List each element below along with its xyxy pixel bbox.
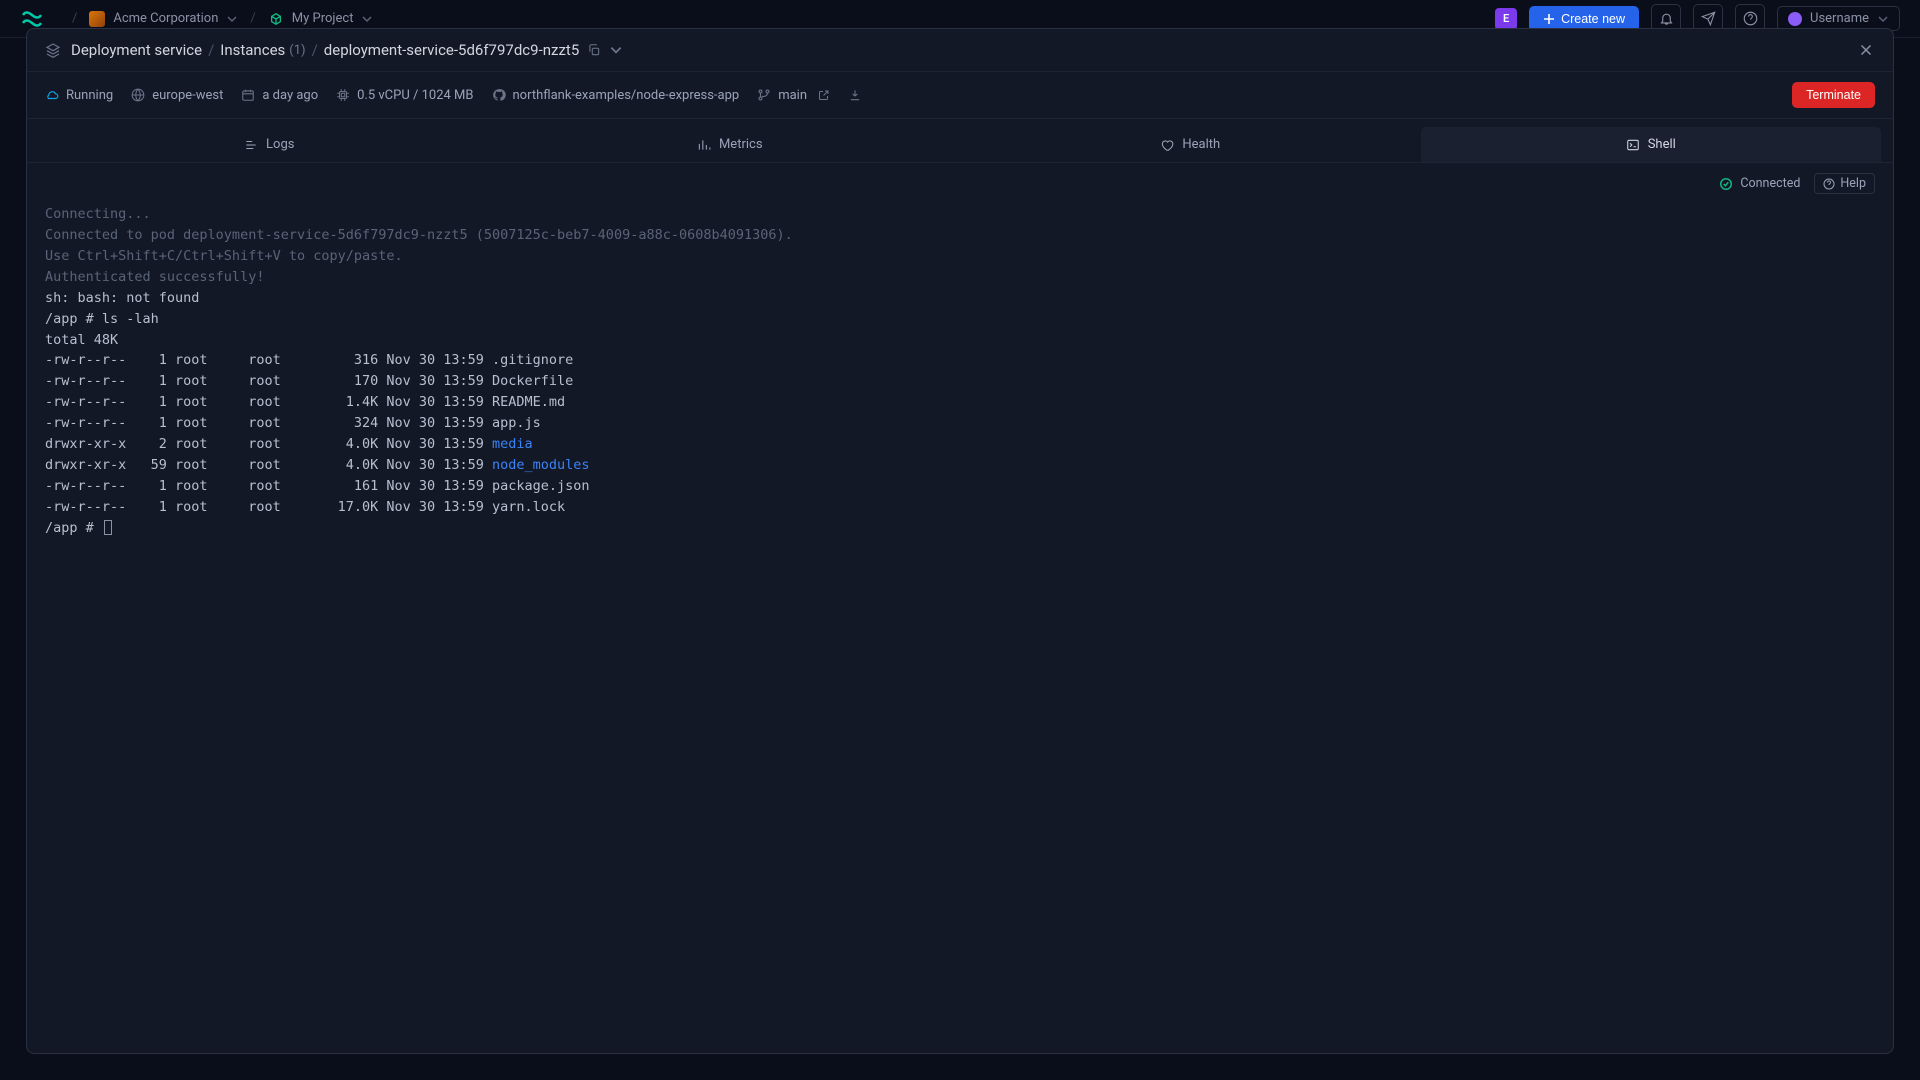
age-chip: a day ago: [241, 88, 318, 103]
cpu-icon: [336, 88, 350, 102]
tab-metrics[interactable]: Metrics: [500, 127, 961, 162]
tab-shell-label: Shell: [1648, 137, 1676, 152]
user-avatar: [1788, 12, 1802, 26]
layers-icon: [45, 42, 61, 58]
external-link-icon[interactable]: [818, 89, 830, 101]
shell-help-label: Help: [1840, 176, 1866, 191]
workspace-avatar[interactable]: E: [1495, 8, 1517, 30]
tab-logs[interactable]: Logs: [39, 127, 500, 162]
tab-health-label: Health: [1182, 137, 1220, 152]
meta-row: Running europe-west a day ago 0.5 vCPU /…: [27, 72, 1893, 119]
globe-icon: [131, 88, 145, 102]
tab-bar: Logs Metrics Health Shell: [27, 119, 1893, 163]
repo-chip[interactable]: northflank-examples/node-express-app: [492, 88, 740, 103]
tab-metrics-label: Metrics: [719, 137, 763, 152]
branch-label: main: [778, 88, 807, 103]
instances-count: (1): [289, 43, 305, 58]
separator: /: [72, 11, 77, 26]
org-avatar: [89, 11, 105, 27]
resources-label: 0.5 vCPU / 1024 MB: [357, 88, 473, 103]
terminal-status-bar: Connected Help: [27, 163, 1893, 204]
instance-modal: Deployment service / Instances (1) / dep…: [26, 28, 1894, 1054]
question-icon: [1823, 178, 1835, 190]
branch-chip[interactable]: main: [757, 88, 830, 103]
org-name: Acme Corporation: [113, 11, 218, 26]
download-icon: [848, 88, 862, 102]
separator: /: [208, 41, 214, 59]
close-icon[interactable]: [1857, 41, 1875, 59]
bell-icon: [1659, 11, 1674, 26]
tab-health[interactable]: Health: [960, 127, 1421, 162]
calendar-icon: [241, 88, 255, 102]
create-new-label: Create new: [1561, 12, 1625, 26]
terminal-output[interactable]: Connecting...Connected to pod deployment…: [27, 204, 1893, 1053]
check-circle-icon: [1719, 177, 1733, 191]
branch-icon: [757, 88, 771, 102]
chevron-down-icon: [1877, 13, 1889, 25]
age-label: a day ago: [262, 88, 318, 103]
region-label: europe-west: [152, 88, 223, 103]
logs-icon: [244, 138, 258, 152]
health-icon: [1160, 138, 1174, 152]
download-chip[interactable]: [848, 88, 862, 102]
chevron-down-icon: [226, 13, 238, 25]
copy-icon[interactable]: [587, 43, 601, 57]
question-icon: [1743, 11, 1758, 26]
project-selector[interactable]: My Project: [268, 11, 374, 27]
connection-status: Connected: [1719, 176, 1800, 191]
plus-icon: [1543, 13, 1555, 25]
tab-logs-label: Logs: [266, 137, 294, 152]
send-icon: [1701, 11, 1716, 26]
resources-chip: 0.5 vCPU / 1024 MB: [336, 88, 473, 103]
shell-help-button[interactable]: Help: [1814, 173, 1875, 194]
project-name: My Project: [292, 11, 354, 26]
separator: /: [250, 11, 255, 26]
region-chip: europe-west: [131, 88, 223, 103]
connection-label: Connected: [1740, 176, 1800, 191]
terminate-button[interactable]: Terminate: [1792, 82, 1875, 108]
status-label: Running: [66, 88, 113, 103]
project-icon: [268, 11, 284, 27]
breadcrumb-instance-id: deployment-service-5d6f797dc9-nzzt5: [324, 41, 579, 59]
instance-dropdown[interactable]: [609, 43, 623, 57]
username-label: Username: [1810, 11, 1869, 26]
breadcrumb-instances[interactable]: Instances: [220, 41, 285, 59]
separator: /: [312, 41, 318, 59]
repo-label: northflank-examples/node-express-app: [513, 88, 740, 103]
tab-shell[interactable]: Shell: [1421, 127, 1882, 162]
github-icon: [492, 88, 506, 102]
breadcrumb-service[interactable]: Deployment service: [71, 41, 202, 59]
shell-icon: [1626, 138, 1640, 152]
metrics-icon: [697, 138, 711, 152]
status-chip: Running: [45, 88, 113, 103]
cloud-icon: [45, 88, 59, 102]
org-selector[interactable]: Acme Corporation: [89, 11, 238, 27]
modal-header: Deployment service / Instances (1) / dep…: [27, 29, 1893, 72]
chevron-down-icon: [361, 13, 373, 25]
logo-icon: [20, 7, 44, 31]
